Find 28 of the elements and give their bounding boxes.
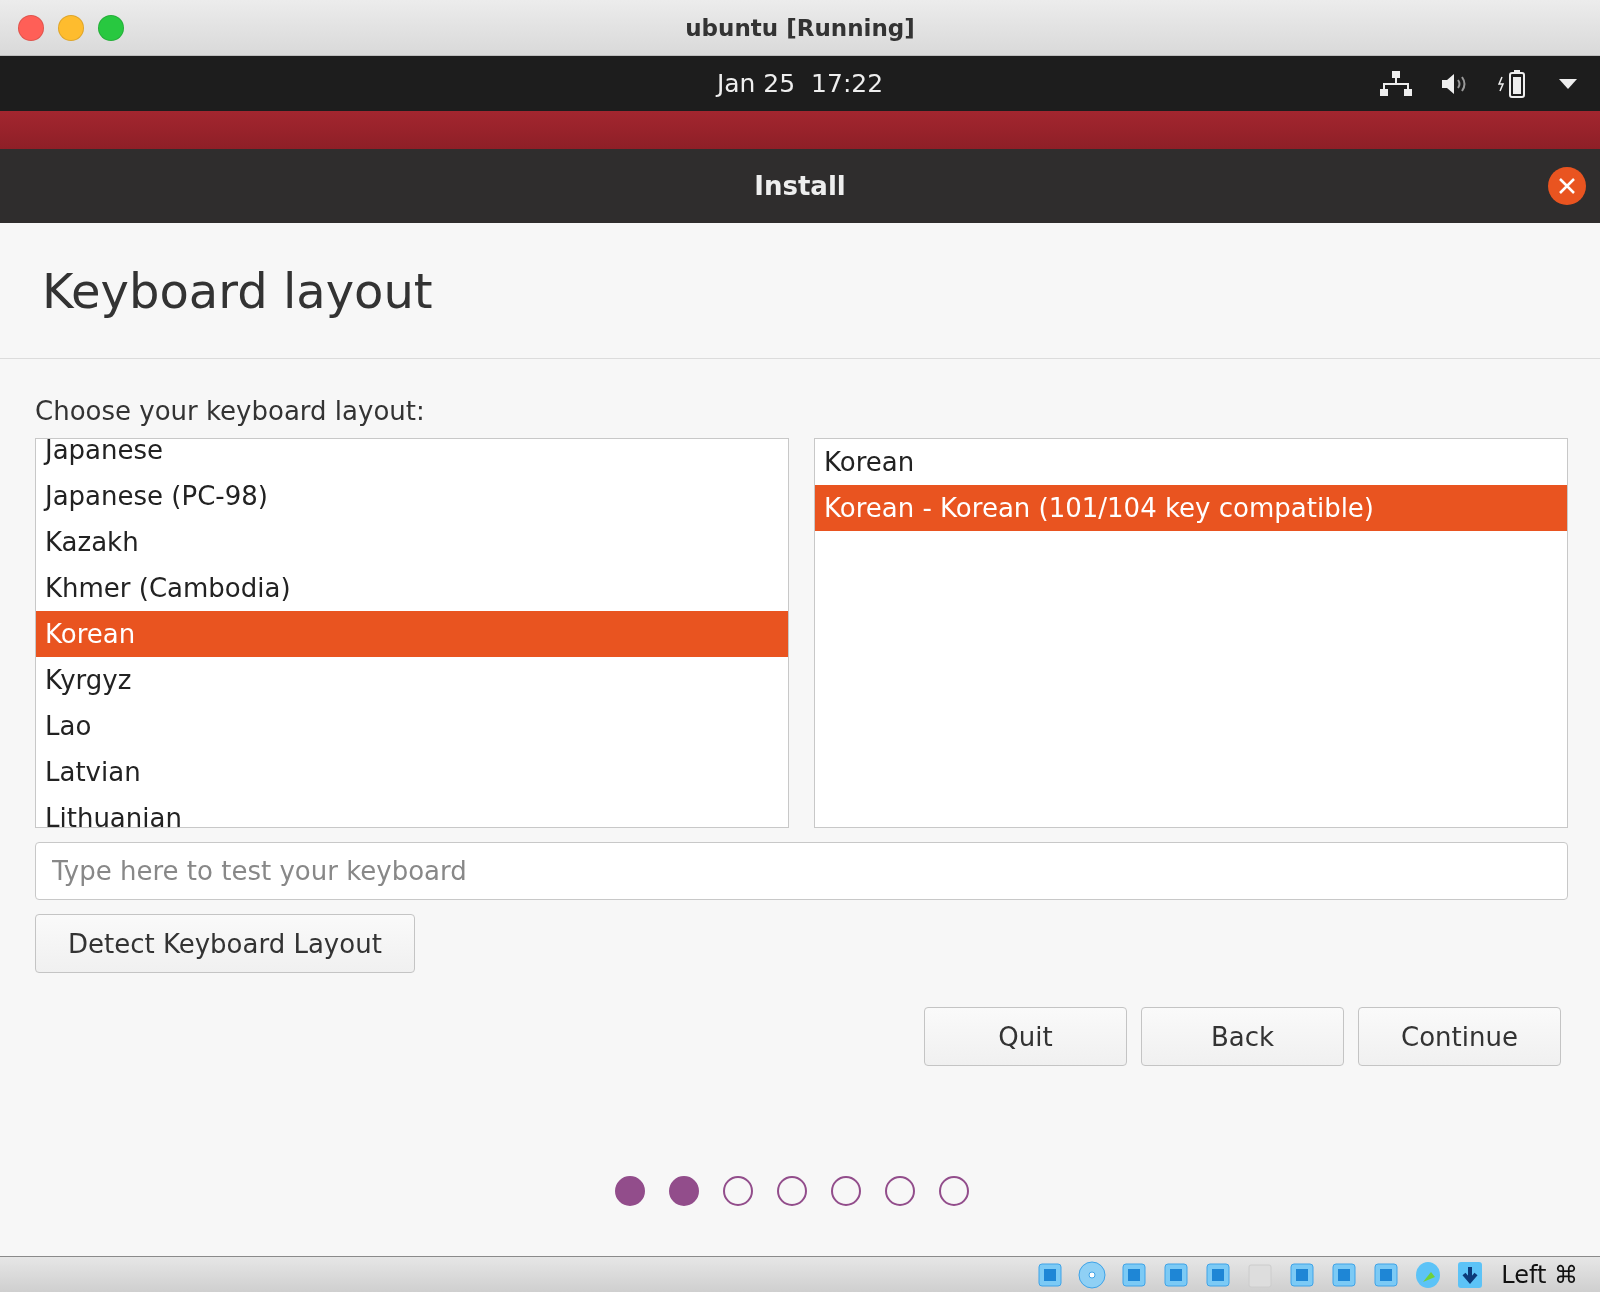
close-icon (1558, 177, 1576, 195)
prompt-label: Choose your keyboard layout: (35, 396, 426, 426)
nav-button[interactable]: Continue (1358, 1007, 1561, 1066)
keyboard-test-field[interactable]: Type here to test your keyboard (35, 842, 1568, 900)
list-item[interactable]: Korean - Korean (101/104 key compatible) (815, 485, 1567, 531)
list-item[interactable]: Japanese (36, 439, 788, 473)
list-item[interactable]: Kyrgyz (36, 657, 788, 703)
list-item[interactable]: Lao (36, 703, 788, 749)
installer-title: Install (754, 171, 846, 201)
window-title: ubuntu [Running] (685, 14, 915, 41)
list-item[interactable]: Korean (36, 611, 788, 657)
clock[interactable]: Jan 25 17:22 (716, 69, 884, 98)
minimize-button[interactable] (58, 15, 84, 41)
nav-button[interactable]: Back (1141, 1007, 1344, 1066)
host-key-label: Left ⌘ (1501, 1260, 1578, 1289)
list-item[interactable]: Latvian (36, 749, 788, 795)
nav-button[interactable]: Quit (924, 1007, 1127, 1066)
list-item[interactable]: Korean (815, 439, 1567, 485)
close-button[interactable] (1548, 167, 1586, 205)
optical-disc-icon[interactable] (1077, 1259, 1108, 1290)
list-item[interactable]: Japanese (PC-98) (36, 473, 788, 519)
list-item[interactable]: Kazakh (36, 519, 788, 565)
dropdown-caret-icon[interactable] (1558, 77, 1578, 90)
zoom-button[interactable] (98, 15, 124, 41)
list-item[interactable]: Lithuanian (36, 795, 788, 827)
list-item[interactable]: Khmer (Cambodia) (36, 565, 788, 611)
page-heading: Keyboard layout (42, 262, 433, 319)
detect-layout-button[interactable]: Detect Keyboard Layout (35, 914, 415, 973)
